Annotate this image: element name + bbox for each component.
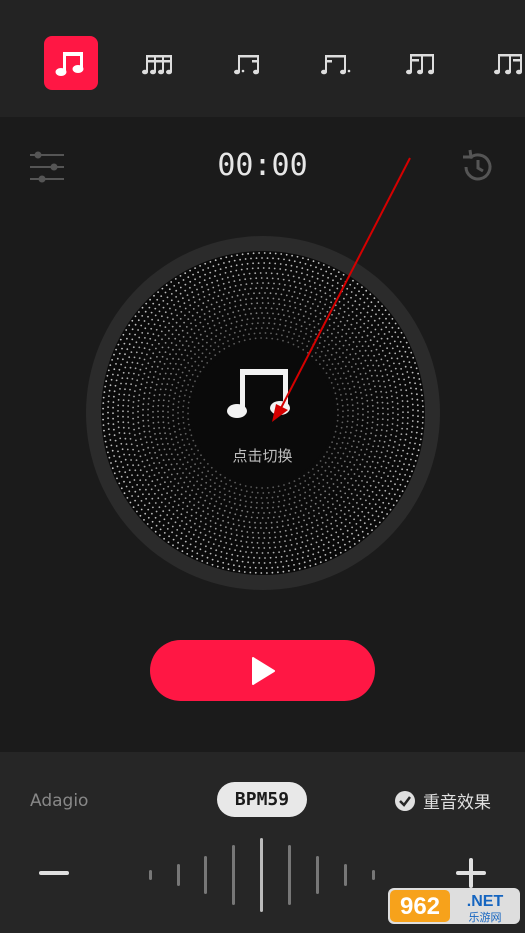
svg-text:乐游网: 乐游网 — [469, 911, 502, 924]
slider-tick — [204, 856, 207, 894]
svg-text:.NET: .NET — [467, 893, 504, 910]
accent-label: 重音效果 — [423, 793, 491, 813]
watermark-logo: 962 .NET 乐游网 — [388, 882, 520, 928]
play-button[interactable] — [150, 640, 375, 701]
check-icon — [395, 790, 415, 811]
slider-tick — [149, 870, 152, 880]
slider-tick — [260, 838, 263, 912]
play-icon — [251, 656, 275, 685]
slider-tick — [177, 864, 180, 886]
tempo-name: Adagio — [30, 791, 89, 811]
slider-tick — [288, 845, 291, 905]
decrease-bpm-button[interactable] — [39, 871, 69, 875]
slider-tick — [372, 870, 375, 880]
slider-tick — [232, 845, 235, 905]
accent-toggle[interactable]: 重音效果 — [395, 788, 491, 813]
slider-tick — [344, 864, 347, 886]
slider-tick — [316, 856, 319, 894]
svg-text:962: 962 — [400, 893, 440, 920]
bpm-badge[interactable]: BPM59 — [217, 782, 307, 817]
